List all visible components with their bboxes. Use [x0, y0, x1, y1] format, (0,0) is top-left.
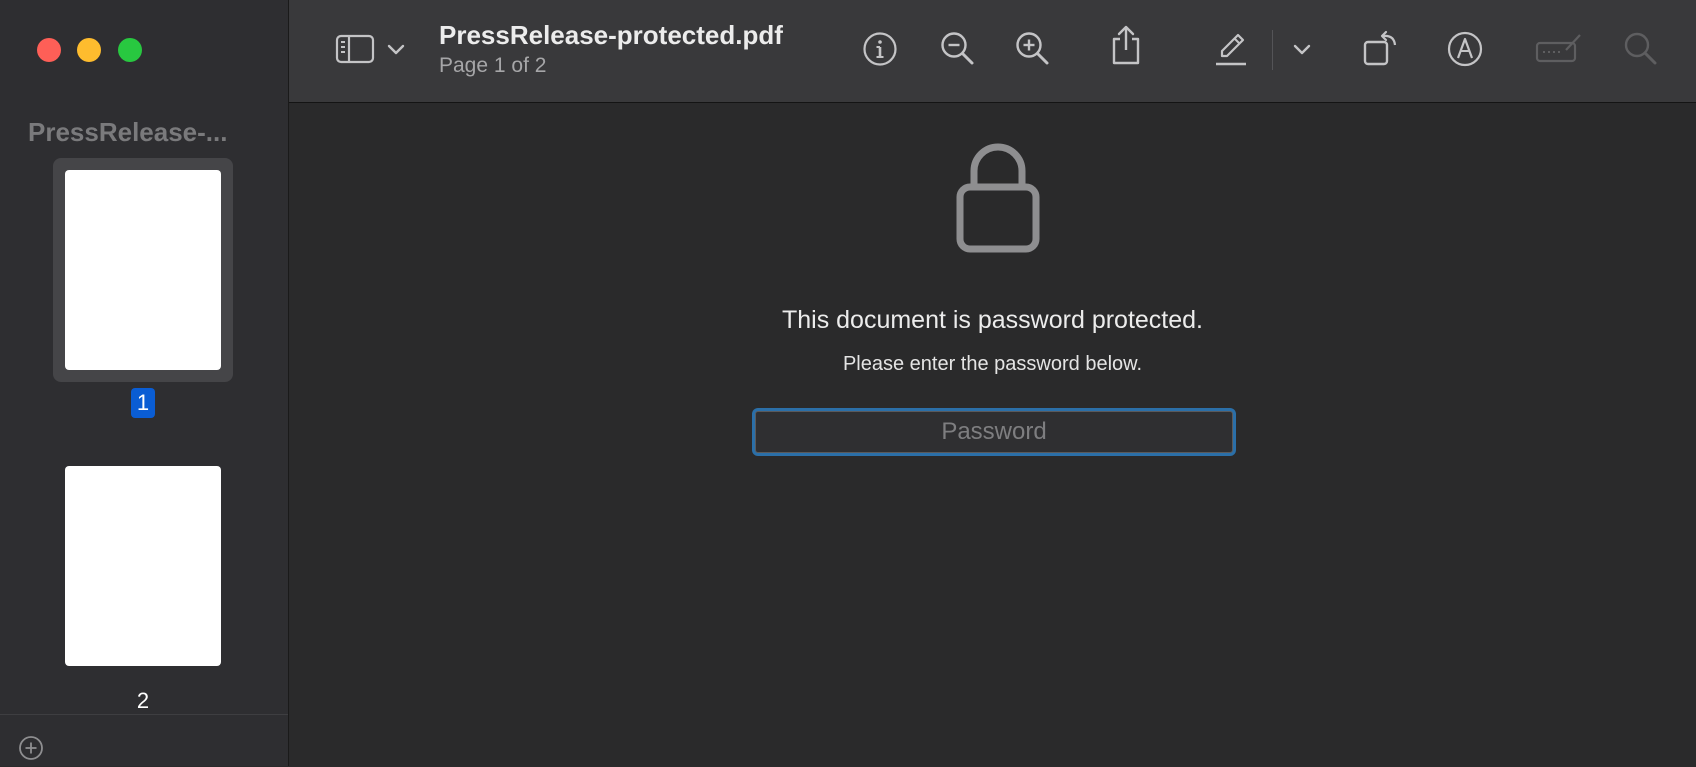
share-button[interactable] — [1104, 23, 1148, 67]
zoom-out-button[interactable] — [936, 27, 980, 71]
search-button[interactable] — [1619, 27, 1663, 71]
password-instructions: Please enter the password below. — [842, 353, 1143, 375]
search-icon — [1624, 32, 1657, 65]
plus-circle-icon — [19, 736, 43, 760]
view-options-button[interactable] — [383, 27, 409, 71]
toolbar: PressRelease-protected.pdf Page 1 of 2 — [289, 0, 1696, 103]
toolbar-separator — [1272, 30, 1273, 70]
zoom-window-button[interactable] — [118, 38, 142, 62]
info-icon — [863, 32, 897, 66]
zoom-in-icon — [1016, 32, 1049, 65]
highlight-options-button[interactable] — [1289, 27, 1315, 71]
page-number-label-1: 1 — [131, 388, 155, 418]
info-button[interactable] — [858, 27, 902, 71]
markup-icon — [1447, 31, 1483, 67]
rotate-icon — [1363, 30, 1397, 66]
page-number-label-2: 2 — [136, 688, 150, 713]
password-field[interactable] — [755, 411, 1233, 453]
highlight-pen-icon — [1216, 33, 1246, 66]
chevron-down-icon — [387, 44, 405, 55]
rotate-button[interactable] — [1359, 27, 1403, 71]
document-area: This document is password protected. Ple… — [289, 103, 1696, 766]
document-title: PressRelease-protected.pdf — [439, 20, 783, 50]
sidebar: PressRelease-... 1 2 — [0, 0, 289, 766]
markup-button[interactable] — [1443, 27, 1487, 71]
sidebar-toggle-icon — [335, 34, 375, 64]
zoom-in-button[interactable] — [1011, 27, 1055, 71]
add-page-button[interactable] — [18, 735, 44, 761]
page-thumbnail-2[interactable] — [65, 466, 221, 666]
lock-icon — [956, 139, 1040, 259]
sidebar-footer — [0, 714, 288, 767]
minimize-window-button[interactable] — [77, 38, 101, 62]
form-fill-icon — [1535, 34, 1581, 63]
zoom-out-icon — [941, 32, 974, 65]
chevron-down-icon — [1293, 44, 1311, 55]
form-fill-button[interactable] — [1533, 27, 1585, 71]
share-icon — [1112, 25, 1140, 65]
page-thumbnail-1[interactable] — [65, 170, 221, 370]
page-indicator: Page 1 of 2 — [439, 54, 547, 77]
close-window-button[interactable] — [37, 38, 61, 62]
password-protected-message: This document is password protected. — [781, 306, 1204, 334]
sidebar-document-title: PressRelease-... — [28, 117, 228, 147]
sidebar-toggle-button[interactable] — [333, 27, 377, 71]
highlight-button[interactable] — [1209, 27, 1253, 71]
